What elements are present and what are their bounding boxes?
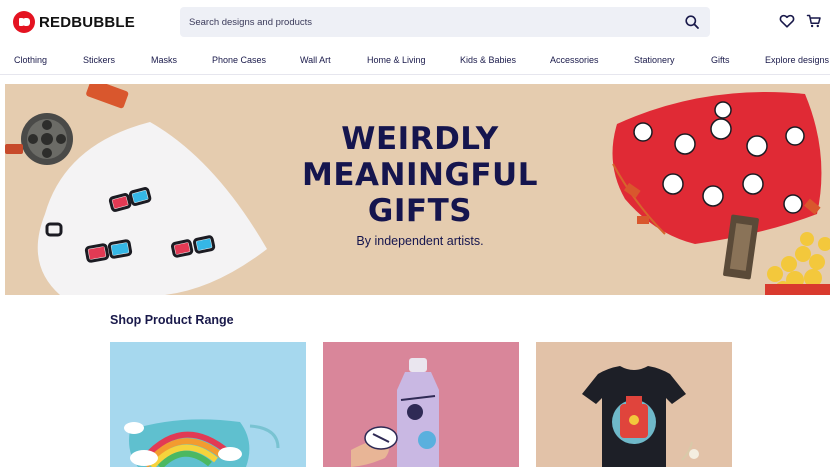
product-card-mask[interactable] bbox=[110, 342, 306, 467]
section-title: Shop Product Range bbox=[110, 313, 234, 327]
t-shirt-product-image bbox=[536, 342, 732, 467]
nav-item-home-living[interactable]: Home & Living bbox=[367, 55, 426, 65]
nav-item-explore-designs[interactable]: Explore designs bbox=[765, 55, 829, 65]
nav-item-wall-art[interactable]: Wall Art bbox=[300, 55, 331, 65]
nav-item-phone-cases[interactable]: Phone Cases bbox=[212, 55, 266, 65]
nav-item-accessories[interactable]: Accessories bbox=[550, 55, 599, 65]
search-bar bbox=[180, 7, 710, 37]
redbubble-logo[interactable]: REDBUBBLE bbox=[13, 11, 135, 33]
product-card-water-bottle[interactable] bbox=[323, 342, 519, 467]
heart-icon[interactable] bbox=[779, 13, 795, 29]
nav-item-kids-babies[interactable]: Kids & Babies bbox=[460, 55, 516, 65]
product-card-t-shirt[interactable] bbox=[536, 342, 732, 467]
nav-item-stationery[interactable]: Stationery bbox=[634, 55, 675, 65]
hero-title-line: GIFTS bbox=[367, 193, 473, 229]
hero-banner[interactable]: WEIRDLY MEANINGFUL GIFTS By independent … bbox=[5, 84, 830, 295]
nav-item-gifts[interactable]: Gifts bbox=[711, 55, 730, 65]
nav-item-clothing[interactable]: Clothing bbox=[14, 55, 47, 65]
hero-title-line: MEANINGFUL bbox=[302, 157, 538, 193]
category-nav: Clothing Stickers Masks Phone Cases Wall… bbox=[0, 44, 830, 75]
search-icon[interactable] bbox=[684, 14, 700, 30]
water-bottle-product-image bbox=[323, 342, 519, 467]
logo-mark-icon bbox=[13, 11, 35, 33]
hero-title: WEIRDLY MEANINGFUL GIFTS bbox=[5, 121, 830, 229]
hero-title-line: WEIRDLY bbox=[341, 121, 499, 157]
cart-icon[interactable] bbox=[806, 13, 822, 29]
logo-text: REDBUBBLE bbox=[39, 13, 135, 31]
header: REDBUBBLE bbox=[0, 0, 830, 44]
hero-subtitle: By independent artists. bbox=[356, 234, 484, 248]
nav-item-stickers[interactable]: Stickers bbox=[83, 55, 115, 65]
mask-product-image bbox=[110, 342, 306, 467]
search-input[interactable] bbox=[180, 7, 660, 37]
nav-item-masks[interactable]: Masks bbox=[151, 55, 177, 65]
